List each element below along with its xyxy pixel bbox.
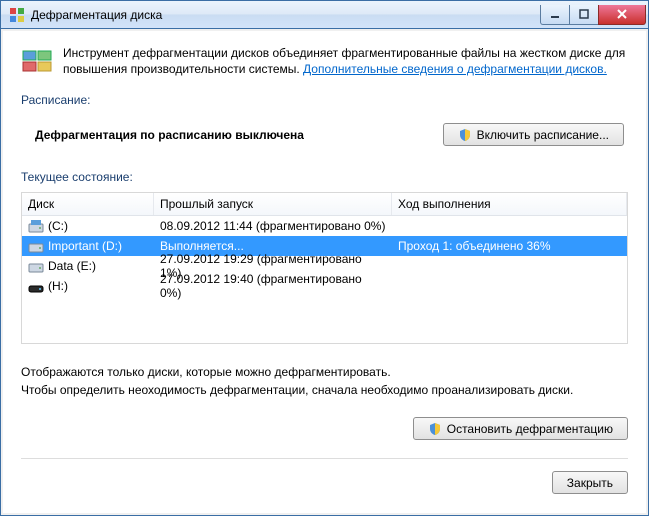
schedule-section-label: Расписание: bbox=[21, 93, 628, 107]
last-run: 27.09.2012 19:40 (фрагментировано 0%) bbox=[154, 276, 392, 296]
shield-icon bbox=[428, 422, 442, 436]
drive-icon bbox=[28, 278, 44, 294]
dialog-footer: Закрыть bbox=[21, 458, 628, 494]
content-area: Инструмент дефрагментации дисков объедин… bbox=[3, 31, 646, 513]
action-row: Остановить дефрагментацию bbox=[21, 417, 628, 440]
intro-text: Инструмент дефрагментации дисков объедин… bbox=[63, 45, 628, 77]
close-button[interactable] bbox=[598, 5, 646, 25]
state-section-label: Текущее состояние: bbox=[21, 170, 628, 184]
enable-schedule-button[interactable]: Включить расписание... bbox=[443, 123, 624, 146]
table-row[interactable]: (H:) 27.09.2012 19:40 (фрагментировано 0%… bbox=[22, 276, 627, 296]
titlebar: Дефрагментация диска bbox=[1, 1, 648, 29]
schedule-row: Дефрагментация по расписанию выключена В… bbox=[21, 115, 628, 170]
table-body: (C:) 08.09.2012 11:44 (фрагментировано 0%… bbox=[22, 216, 627, 296]
maximize-button[interactable] bbox=[569, 5, 599, 25]
stop-defrag-label: Остановить дефрагментацию bbox=[447, 422, 613, 436]
table-header: Диск Прошлый запуск Ход выполнения bbox=[22, 193, 627, 216]
shield-icon bbox=[458, 128, 472, 142]
progress bbox=[392, 216, 627, 236]
disk-name: Data (E:) bbox=[48, 259, 96, 273]
drive-icon bbox=[28, 218, 44, 234]
hint-line: Отображаются только диски, которые можно… bbox=[21, 364, 628, 381]
disk-name: (H:) bbox=[48, 279, 68, 293]
progress bbox=[392, 256, 627, 276]
progress bbox=[392, 276, 627, 296]
progress: Проход 1: объединено 36% bbox=[392, 236, 627, 256]
window-title: Дефрагментация диска bbox=[31, 8, 541, 22]
defrag-icon bbox=[21, 45, 53, 77]
close-dialog-button[interactable]: Закрыть bbox=[552, 471, 628, 494]
learn-more-link[interactable]: Дополнительные сведения о дефрагментации… bbox=[303, 62, 607, 76]
window-controls bbox=[541, 5, 646, 25]
window: Дефрагментация диска Инструмент дефрагме… bbox=[0, 0, 649, 516]
hints: Отображаются только диски, которые можно… bbox=[21, 364, 628, 399]
schedule-status: Дефрагментация по расписанию выключена bbox=[35, 128, 304, 142]
app-icon bbox=[9, 7, 25, 23]
table-row[interactable]: (C:) 08.09.2012 11:44 (фрагментировано 0%… bbox=[22, 216, 627, 236]
minimize-button[interactable] bbox=[540, 5, 570, 25]
drive-icon bbox=[28, 258, 44, 274]
disk-name: (C:) bbox=[48, 219, 68, 233]
col-disk[interactable]: Диск bbox=[22, 193, 154, 215]
col-progress[interactable]: Ход выполнения bbox=[392, 193, 627, 215]
enable-schedule-label: Включить расписание... bbox=[477, 128, 609, 142]
disk-name: Important (D:) bbox=[48, 239, 122, 253]
disk-table: Диск Прошлый запуск Ход выполнения (C:) 0… bbox=[21, 192, 628, 344]
col-last-run[interactable]: Прошлый запуск bbox=[154, 193, 392, 215]
intro: Инструмент дефрагментации дисков объедин… bbox=[21, 45, 628, 77]
stop-defrag-button[interactable]: Остановить дефрагментацию bbox=[413, 417, 628, 440]
hint-line: Чтобы определить неоходимость дефрагмент… bbox=[21, 382, 628, 399]
drive-icon bbox=[28, 238, 44, 254]
last-run: 08.09.2012 11:44 (фрагментировано 0%) bbox=[154, 216, 392, 236]
